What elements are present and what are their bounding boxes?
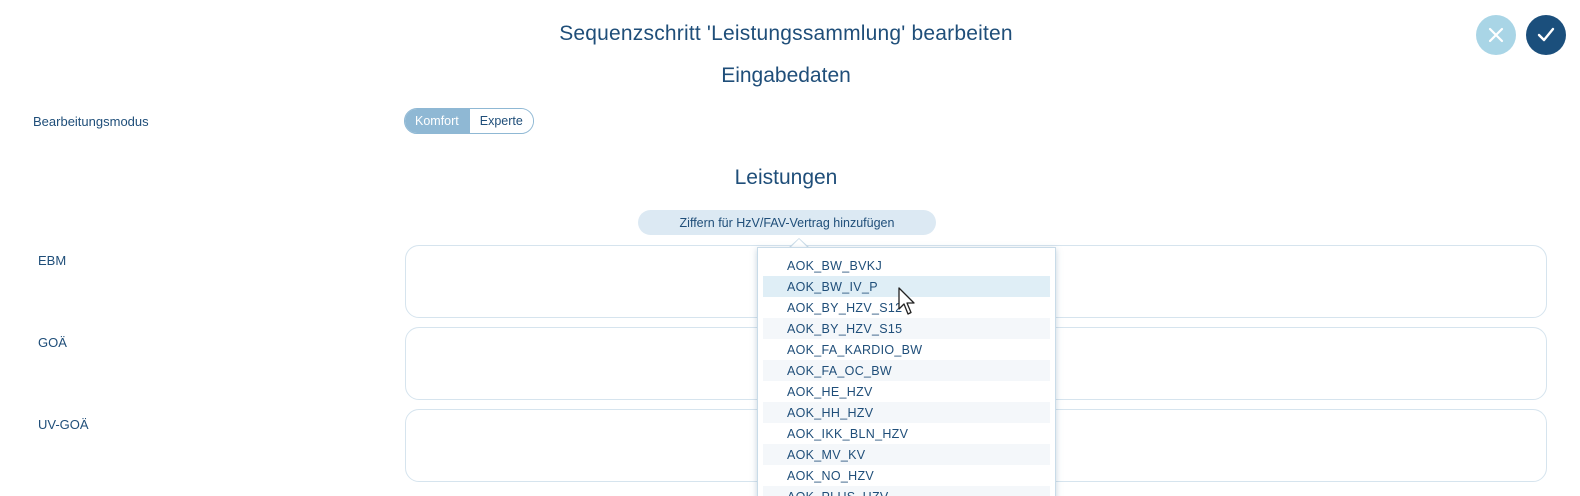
list-item[interactable]: AOK_HH_HZV <box>763 402 1050 423</box>
contract-list: AOK_BW_BVKJ AOK_BW_IV_P AOK_BY_HZV_S12 A… <box>758 248 1055 496</box>
mode-option-komfort[interactable]: Komfort <box>405 109 469 133</box>
check-icon <box>1537 27 1555 42</box>
field-label-ebm: EBM <box>38 253 67 268</box>
list-item[interactable]: AOK_HE_HZV <box>763 381 1050 402</box>
list-item[interactable]: AOK_NO_HZV <box>763 465 1050 486</box>
close-icon <box>1488 27 1504 43</box>
section-title-input-data: Eingabedaten <box>721 64 851 87</box>
mode-option-experte[interactable]: Experte <box>468 109 533 133</box>
contract-dropdown[interactable]: AOK_BW_BVKJ AOK_BW_IV_P AOK_BY_HZV_S12 A… <box>757 247 1056 496</box>
list-item[interactable]: AOK_BW_BVKJ <box>763 255 1050 276</box>
list-item[interactable]: AOK_PLUS_HZV <box>763 486 1050 496</box>
confirm-button[interactable] <box>1526 15 1566 55</box>
mouse-pointer-icon <box>898 287 915 315</box>
add-contract-codes-button[interactable]: Ziffern für HzV/FAV-Vertrag hinzufügen <box>638 210 936 235</box>
section-title-services: Leistungen <box>734 166 838 189</box>
page-title: Sequenzschritt 'Leistungssammlung' bearb… <box>559 22 1013 45</box>
list-item[interactable]: AOK_FA_OC_BW <box>763 360 1050 381</box>
list-item[interactable]: AOK_FA_KARDIO_BW <box>763 339 1050 360</box>
list-item[interactable]: AOK_BY_HZV_S15 <box>763 318 1050 339</box>
edit-mode-label: Bearbeitungsmodus <box>33 114 149 129</box>
cancel-button[interactable] <box>1476 15 1516 55</box>
list-item[interactable]: AOK_IKK_BLN_HZV <box>763 423 1050 444</box>
edit-mode-toggle: Komfort Experte <box>404 108 534 134</box>
field-label-uv-goa: UV-GOÄ <box>38 417 89 432</box>
field-label-goa: GOÄ <box>38 335 67 350</box>
list-item[interactable]: AOK_MV_KV <box>763 444 1050 465</box>
